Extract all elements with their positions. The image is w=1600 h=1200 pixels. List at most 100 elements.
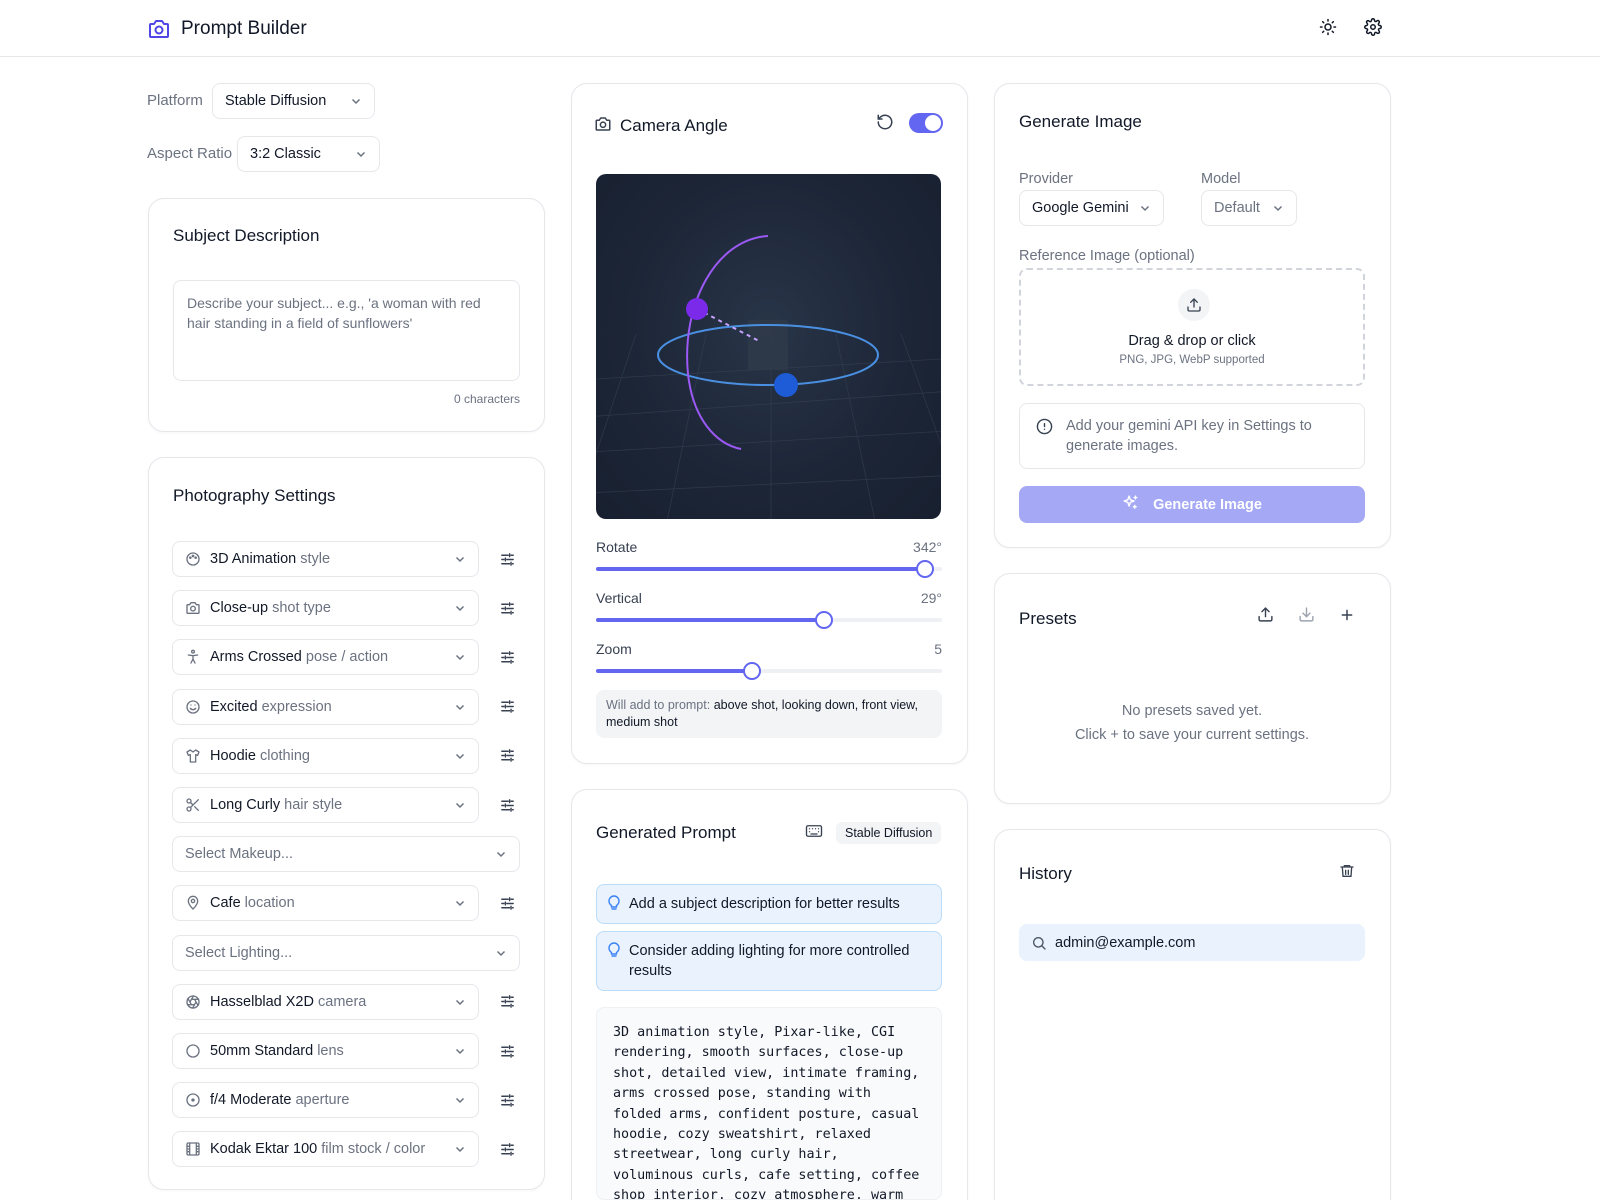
platform-value: Stable Diffusion: [225, 93, 327, 109]
sliders-icon: [499, 895, 516, 912]
setting-dropdown[interactable]: Excited expression: [172, 688, 479, 725]
adjust-settings-button[interactable]: [497, 1090, 517, 1110]
generate-image-button[interactable]: Generate Image: [1019, 486, 1365, 523]
select-makeup-dropdown[interactable]: Select Makeup...: [172, 836, 520, 873]
adjust-settings-button[interactable]: [497, 992, 517, 1012]
zoom-slider[interactable]: [596, 662, 942, 680]
adjust-settings-button[interactable]: [497, 598, 517, 618]
setting-value: Arms Crossed: [210, 649, 302, 666]
provider-select[interactable]: Google Gemini: [1019, 190, 1164, 226]
clear-history-button[interactable]: [1336, 862, 1358, 884]
adjust-settings-button[interactable]: [497, 1041, 517, 1061]
setting-value: Kodak Ektar 100: [210, 1141, 318, 1158]
upload-icon: [1178, 289, 1210, 321]
adjust-settings-button[interactable]: [497, 647, 517, 667]
rotate-thumb[interactable]: [915, 560, 934, 578]
setting-dropdown[interactable]: Arms Crossed pose / action: [172, 639, 479, 676]
select-lighting-dropdown[interactable]: Select Lighting...: [172, 934, 520, 971]
setting-dropdown[interactable]: Kodak Ektar 100 film stock / color: [172, 1131, 479, 1168]
add-preset-button[interactable]: [1336, 606, 1358, 628]
history-search-input[interactable]: [1055, 934, 1335, 951]
map-pin-icon: [185, 895, 201, 911]
chevron-down-icon: [455, 1048, 465, 1055]
sliders-icon: [499, 698, 516, 715]
subject-textarea[interactable]: Describe your subject... e.g., 'a woman …: [173, 280, 520, 381]
presets-empty-line1: No presets saved yet.: [1121, 703, 1263, 719]
plus-icon: [1339, 607, 1355, 628]
generated-prompt-text[interactable]: 3D animation style, Pixar-like, CGI rend…: [596, 1007, 942, 1200]
setting-text: Hasselblad X2D camera: [210, 994, 454, 1010]
setting-dropdown[interactable]: Cafe location: [172, 885, 479, 922]
photography-settings-title: Photography Settings: [173, 486, 336, 505]
setting-suffix: hair style: [284, 797, 343, 813]
camera-3d-viewport[interactable]: [596, 174, 941, 519]
adjust-settings-button[interactable]: [497, 795, 517, 815]
dropzone-subtitle: PNG, JPG, WebP supported: [1119, 354, 1265, 366]
keyboard-button[interactable]: [803, 822, 825, 844]
setting-suffix: clothing: [259, 747, 310, 764]
presets-card: [994, 573, 1391, 804]
setting-dropdown[interactable]: Hasselblad X2D camera: [172, 983, 479, 1020]
toggle-knob: [925, 115, 941, 131]
adjust-settings-button[interactable]: [497, 549, 517, 569]
history-search[interactable]: [1019, 924, 1365, 961]
setting-dropdown[interactable]: Long Curly hair style: [172, 787, 479, 823]
dropdown-placeholder: Select Makeup...: [185, 846, 293, 863]
reset-icon: [876, 113, 894, 136]
lightbulb-icon: [608, 895, 620, 910]
person-icon: [185, 649, 201, 665]
rotate-label: Rotate: [596, 539, 638, 555]
camera-angle-toggle[interactable]: [909, 113, 943, 133]
aspect-ratio-select[interactable]: 3:2 Classic: [237, 136, 380, 172]
rotate-value: 342°: [913, 539, 942, 555]
camera-3d-scene: [596, 235, 941, 519]
theme-toggle-button[interactable]: [1316, 17, 1340, 41]
top-bar: Prompt Builder: [0, 0, 1600, 57]
zoom-fill: [596, 669, 752, 673]
reference-image-dropzone[interactable]: Drag & drop or click PNG, JPG, WebP supp…: [1019, 268, 1365, 386]
setting-text: Arms Crossed pose / action: [210, 649, 454, 665]
chevron-down-icon: [496, 852, 506, 858]
setting-value: Long Curly: [210, 797, 281, 813]
export-presets-button[interactable]: [1254, 606, 1276, 628]
subject-cube: [748, 320, 788, 370]
settings-button[interactable]: [1361, 17, 1385, 41]
setting-dropdown[interactable]: Hoodie clothing: [172, 737, 479, 774]
vertical-label: Vertical: [596, 590, 642, 606]
camera-icon: [594, 115, 612, 133]
aspect-ratio-value: 3:2 Classic: [250, 146, 321, 162]
setting-text: f/4 Moderate aperture: [210, 1092, 454, 1108]
setting-dropdown[interactable]: 50mm Standard lens: [172, 1033, 479, 1069]
chevron-down-icon: [455, 655, 465, 661]
setting-dropdown[interactable]: f/4 Moderate aperture: [172, 1082, 479, 1119]
reset-camera-button[interactable]: [874, 113, 896, 135]
sliders-icon: [499, 1141, 516, 1158]
chevron-down-icon: [455, 606, 465, 612]
sliders-icon: [499, 551, 516, 568]
zoom-thumb[interactable]: [742, 662, 761, 680]
setting-dropdown[interactable]: 3D Animation style: [172, 541, 479, 577]
api-key-notice: Add your gemini API key in Settings to g…: [1019, 403, 1365, 469]
chevron-down-icon: [1140, 205, 1150, 212]
camera-icon: [147, 17, 171, 41]
rotate-slider[interactable]: [596, 560, 942, 578]
camera-icon: [185, 600, 201, 616]
aperture-icon: [185, 994, 201, 1010]
vertical-slider[interactable]: [596, 611, 942, 629]
adjust-settings-button[interactable]: [497, 1139, 517, 1159]
provider-label: Provider: [1019, 171, 1073, 187]
app-title: Prompt Builder: [181, 18, 307, 39]
model-value: Default: [1214, 200, 1260, 216]
adjust-settings-button[interactable]: [497, 697, 517, 717]
sliders-icon: [499, 1043, 516, 1060]
platform-select[interactable]: Stable Diffusion: [212, 83, 375, 119]
adjust-settings-button[interactable]: [497, 746, 517, 766]
import-presets-button[interactable]: [1295, 606, 1317, 628]
camera-handle: [686, 298, 708, 320]
model-select[interactable]: Default: [1201, 190, 1297, 226]
setting-suffix: shot type: [272, 600, 331, 617]
platform-label: Platform: [147, 92, 203, 109]
setting-dropdown[interactable]: Close-up shot type: [172, 590, 479, 627]
provider-value: Google Gemini: [1032, 200, 1129, 216]
adjust-settings-button[interactable]: [497, 893, 517, 913]
